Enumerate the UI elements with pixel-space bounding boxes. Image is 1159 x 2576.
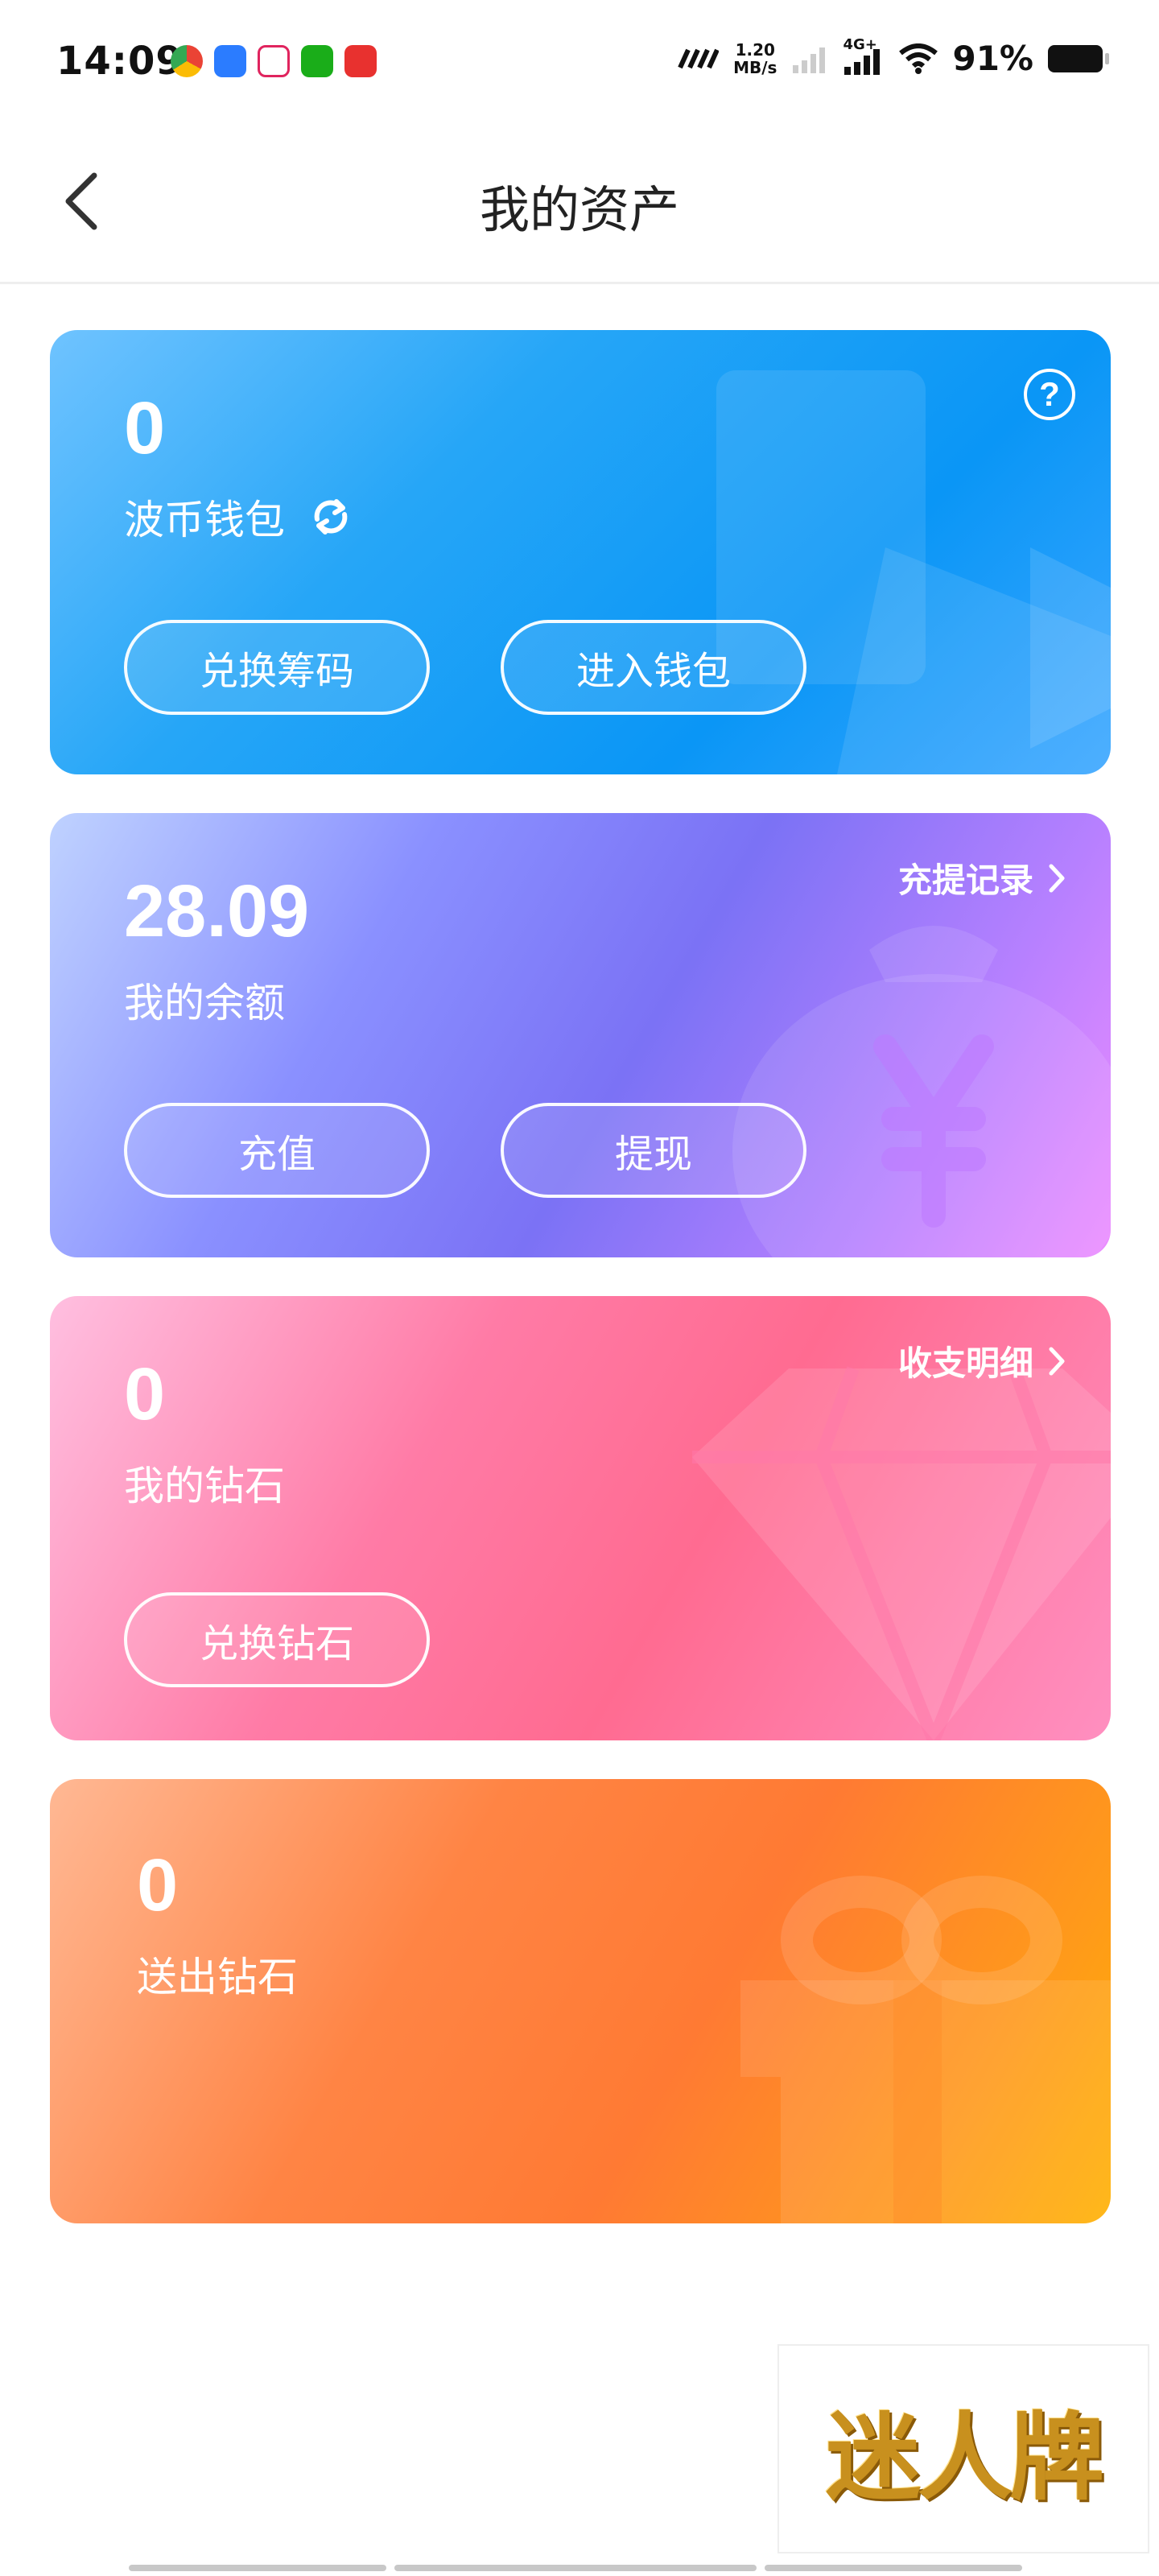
- help-icon[interactable]: ?: [1024, 369, 1075, 420]
- balance-label: 我的余额: [124, 980, 285, 1026]
- signal-m-icon: [678, 48, 720, 68]
- chevron-right-icon: [1049, 864, 1065, 892]
- chevron-right-icon: [1049, 1347, 1065, 1375]
- app-blue-icon: [214, 45, 246, 77]
- diamond-card: 收支明细 0 我的钻石 兑换钻石: [50, 1296, 1111, 1740]
- refresh-icon[interactable]: [307, 493, 354, 540]
- watermark-logo: 迷人牌: [777, 2344, 1149, 2553]
- enter-wallet-button[interactable]: 进入钱包: [501, 620, 806, 715]
- chrome-icon: [171, 45, 203, 77]
- status-time: 14:09: [56, 39, 184, 84]
- diamond-value: 0: [124, 1353, 166, 1435]
- sent-diamond-card: 0 送出钻石: [50, 1779, 1111, 2223]
- speed-unit: MB/s: [733, 57, 777, 77]
- transactions-label: 收支明细: [897, 1344, 1033, 1383]
- transactions-link[interactable]: 收支明细: [898, 1336, 1066, 1385]
- wallet-label-row: 波币钱包: [124, 488, 354, 546]
- recharge-button[interactable]: 充值: [124, 1103, 430, 1198]
- wallet-card: ? 0 波币钱包 兑换筹码 进入钱包: [50, 330, 1111, 774]
- sent-label: 送出钻石: [137, 1954, 298, 2000]
- top-nav-bar: 我的资产: [0, 129, 1159, 284]
- balance-card: 充提记录 28.09 我的余额 充值 提现: [50, 813, 1111, 1257]
- wifi-icon: [899, 43, 938, 74]
- signal-weak-icon: [793, 47, 826, 73]
- balance-value: 28.09: [124, 870, 310, 952]
- speed-value: 1.20: [735, 39, 775, 60]
- signal-4g-icon: 4G+: [843, 36, 885, 76]
- status-bar: 14:09 1.20 MB/s 4G+ 91%: [0, 0, 1159, 129]
- watermark-text: 迷人牌: [825, 2401, 1104, 2513]
- page-title: 我的资产: [479, 180, 679, 239]
- home-app-icon: [258, 45, 290, 77]
- nav-segment: [129, 2565, 386, 2571]
- recharge-records-label: 充提记录: [897, 861, 1033, 900]
- exchange-diamond-button[interactable]: 兑换钻石: [124, 1592, 430, 1687]
- gesture-nav-bar[interactable]: [129, 2565, 1030, 2571]
- network-speed: 1.20 MB/s: [733, 41, 777, 76]
- diamond-label: 我的钻石: [124, 1463, 285, 1509]
- battery-icon: [1048, 44, 1109, 72]
- nav-segment: [765, 2565, 1022, 2571]
- app-red-icon: [344, 45, 377, 77]
- recharge-records-link[interactable]: 充提记录: [898, 853, 1066, 902]
- status-right: 1.20 MB/s 4G+ 91%: [677, 36, 1109, 78]
- sent-value: 0: [137, 1844, 179, 1926]
- wallet-label: 波币钱包: [124, 497, 285, 543]
- wechat-icon: [301, 45, 333, 77]
- status-app-icons: [171, 45, 377, 77]
- gift-deco-icon: [740, 1876, 1111, 2223]
- withdraw-button[interactable]: 提现: [501, 1103, 806, 1198]
- exchange-chips-button[interactable]: 兑换筹码: [124, 620, 430, 715]
- nav-segment: [394, 2565, 757, 2571]
- wallet-value: 0: [124, 387, 166, 469]
- battery-percent: 91%: [952, 39, 1033, 78]
